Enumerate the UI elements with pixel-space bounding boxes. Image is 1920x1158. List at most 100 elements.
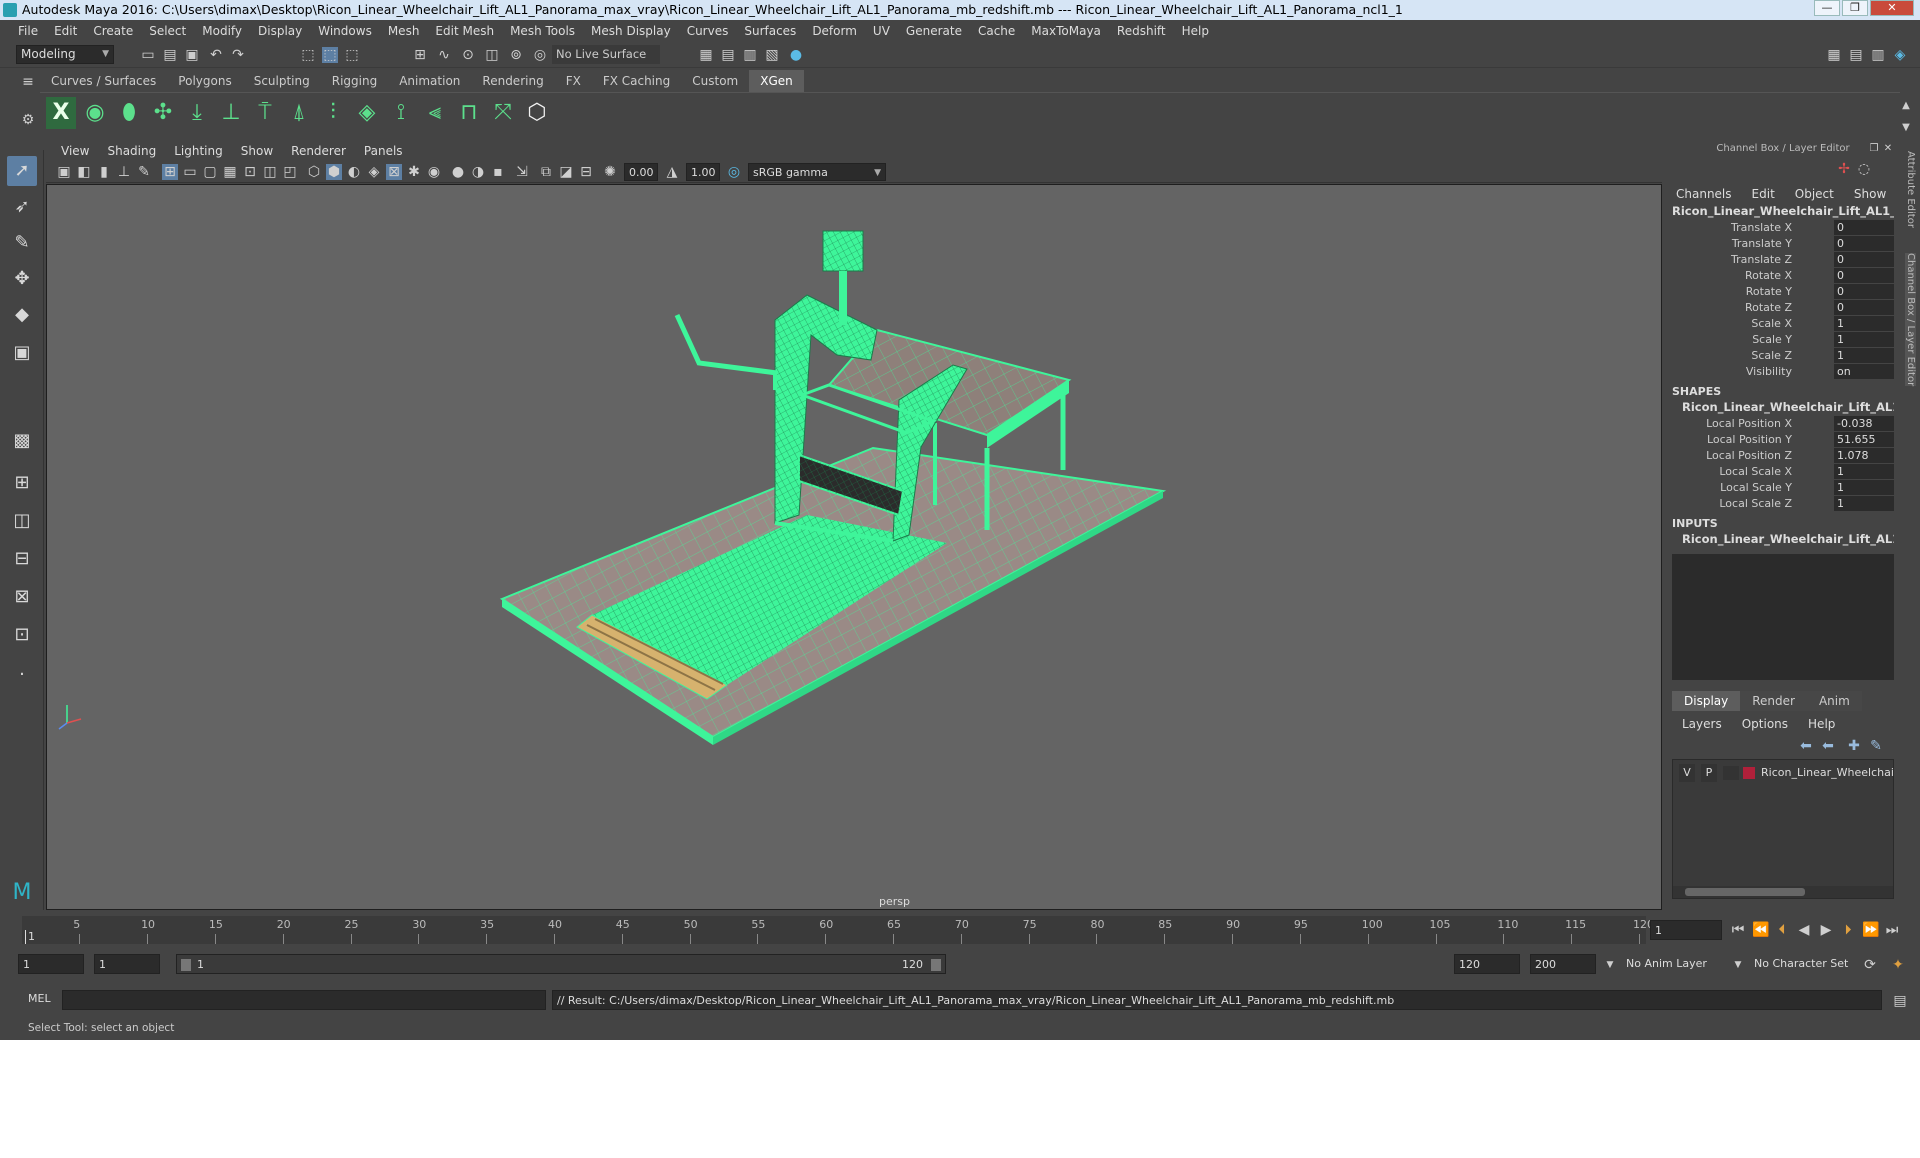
xgen-bend-icon[interactable]: ⟟ — [386, 97, 416, 129]
playback-end-field[interactable]: 120 — [1454, 954, 1520, 974]
xgen-lock-icon[interactable]: ⍋ — [284, 97, 314, 129]
ambient-occlusion-icon[interactable]: ● — [450, 164, 466, 180]
attr-local-position-y[interactable]: Local Position Y 51.655 — [1666, 432, 1896, 448]
attr-translate-z[interactable]: Translate Z0 — [1666, 252, 1896, 268]
paint-select-tool-icon[interactable]: ✎ — [7, 228, 37, 258]
range-slider-bar[interactable]: 1 120 — [176, 954, 946, 974]
grid-toggle-icon[interactable]: ⊞ — [162, 164, 178, 180]
character-set-dropdown[interactable]: No Character Set — [1750, 954, 1864, 974]
persp-outliner-layout-icon[interactable]: ⊟ — [7, 544, 37, 574]
attr-scale-y[interactable]: Scale Y1 — [1666, 332, 1896, 348]
outliner-layout-icon[interactable]: ⊡ — [7, 620, 37, 650]
undo-icon[interactable]: ↶ — [208, 47, 224, 63]
cb-menu-show[interactable]: Show — [1844, 185, 1896, 203]
xgen-layer-icon[interactable]: ◈ — [352, 97, 382, 129]
start-time-field[interactable]: 1 — [18, 954, 84, 974]
go-to-start-icon[interactable]: ⏮ — [1730, 922, 1746, 938]
safe-action-icon[interactable]: ◫ — [262, 164, 278, 180]
time-slider[interactable]: 1 5 10 15 20 25 30 35 40 45 50 55 60 65 70 75 80 85 90 95 1… — [0, 914, 1920, 946]
xgen-clump-icon[interactable]: ⫶ — [318, 97, 348, 129]
menu-mesh[interactable]: Mesh — [380, 24, 428, 38]
layer-color-swatch[interactable] — [1743, 767, 1755, 779]
menu-redshift[interactable]: Redshift — [1109, 24, 1174, 38]
step-forward-frame-icon[interactable]: ⏩ — [1862, 922, 1879, 938]
xgen-preview-icon[interactable]: ◉ — [80, 97, 110, 129]
image-plane-icon[interactable]: ⊥ — [116, 164, 132, 180]
auto-key-icon[interactable]: ⟳ — [1862, 957, 1878, 973]
menu-set-dropdown[interactable]: Modeling ▼ — [16, 45, 114, 64]
gamma-icon[interactable]: ◮ — [664, 164, 680, 180]
attr-translate-x[interactable]: Translate X0 — [1666, 220, 1896, 236]
resolution-gate-icon[interactable]: ▢ — [202, 164, 218, 180]
scale-tool-icon[interactable]: ▣ — [7, 338, 37, 368]
xray-icon[interactable]: ⊠ — [386, 164, 402, 180]
render-view-icon[interactable]: ▦ — [698, 47, 714, 63]
move-layer-down-icon[interactable]: ⬅ — [1820, 738, 1836, 754]
xgen-guide-tool-icon[interactable]: ⤧ — [488, 97, 518, 129]
menu-edit[interactable]: Edit — [46, 24, 85, 38]
camera-select-icon[interactable]: ▣ — [56, 164, 72, 180]
exposure-icon[interactable]: ✺ — [602, 164, 618, 180]
vp-menu-panels[interactable]: Panels — [355, 141, 412, 161]
open-scene-icon[interactable]: ▤ — [162, 47, 178, 63]
menu-help[interactable]: Help — [1174, 24, 1217, 38]
viewport-persp[interactable]: persp — [46, 184, 1662, 910]
step-back-frame-icon[interactable]: ⏪ — [1752, 922, 1769, 938]
ipr-render-icon[interactable]: ▥ — [742, 47, 758, 63]
attr-scale-z[interactable]: Scale Z1 — [1666, 348, 1896, 364]
layer-menu-options[interactable]: Options — [1732, 715, 1798, 733]
select-component-icon[interactable]: ⬚ — [344, 47, 360, 63]
single-view-layout-icon[interactable]: ▩ — [7, 426, 37, 456]
menu-maxtomaya[interactable]: MaxToMaya — [1023, 24, 1109, 38]
menu-generate[interactable]: Generate — [898, 24, 970, 38]
render-frame-icon[interactable]: ▤ — [720, 47, 736, 63]
current-frame-field[interactable]: 1 — [1650, 920, 1722, 940]
anti-aliasing-icon[interactable]: ▪ — [490, 164, 506, 180]
attr-scale-x[interactable]: Scale X1 — [1666, 316, 1896, 332]
step-back-key-icon[interactable]: ⏴ — [1774, 922, 1790, 938]
range-end-handle[interactable] — [931, 959, 941, 971]
close-panel-icon[interactable]: ✕ — [1880, 141, 1896, 157]
tab-rendering[interactable]: Rendering — [471, 70, 555, 92]
attr-local-position-x[interactable]: Local Position X -0.038 — [1666, 416, 1896, 432]
new-layer-selected-icon[interactable]: ✎ — [1868, 738, 1884, 754]
render-settings-icon[interactable]: ▧ — [764, 47, 780, 63]
attr-translate-y[interactable]: Translate Y0 — [1666, 236, 1896, 252]
xgen-editor-icon[interactable]: X — [46, 97, 76, 129]
snap-grid-icon[interactable]: ⊞ — [412, 47, 428, 63]
field-chart-icon[interactable]: ⊡ — [242, 164, 258, 180]
chevron-down-icon[interactable]: ▼ — [1730, 957, 1746, 973]
current-time-indicator[interactable] — [25, 930, 26, 944]
layer-list-scrollbar[interactable] — [1673, 886, 1893, 898]
xgen-length-icon[interactable]: ⍑ — [250, 97, 280, 129]
menu-windows[interactable]: Windows — [310, 24, 380, 38]
channel-box-icon-1[interactable]: ✢ — [1836, 161, 1852, 177]
rotate-tool-icon[interactable]: ◆ — [7, 300, 37, 330]
tab-rigging[interactable]: Rigging — [320, 70, 389, 92]
save-scene-icon[interactable]: ▣ — [184, 47, 200, 63]
wireframe-icon[interactable]: ⬡ — [306, 164, 322, 180]
shape-node-name[interactable]: Ricon_Linear_Wheelchair_Lift_AL1_Pan... — [1682, 400, 1894, 414]
menu-file[interactable]: File — [10, 24, 46, 38]
play-backwards-icon[interactable]: ◀ — [1796, 922, 1812, 938]
safe-title-icon[interactable]: ◰ — [282, 164, 298, 180]
smooth-shade-icon[interactable]: ⬢ — [326, 164, 342, 180]
new-layer-icon[interactable]: ✚ — [1846, 738, 1862, 754]
layout-icon-4[interactable]: ◈ — [1892, 47, 1908, 63]
motion-blur-icon[interactable]: ◑ — [470, 164, 486, 180]
cb-menu-edit[interactable]: Edit — [1742, 185, 1785, 203]
xgen-sculpt-guide-icon[interactable]: ⊥ — [216, 97, 246, 129]
menu-select[interactable]: Select — [141, 24, 194, 38]
menu-mesh-display[interactable]: Mesh Display — [583, 24, 679, 38]
select-object-icon[interactable]: ⬚ — [322, 47, 338, 63]
tab-anim[interactable]: Anim — [1806, 691, 1862, 711]
shelf-scroll-up-icon[interactable]: ▲ — [1898, 98, 1914, 114]
menu-edit-mesh[interactable]: Edit Mesh — [427, 24, 502, 38]
snap-live-icon[interactable]: ⊚ — [508, 47, 524, 63]
chevron-down-icon[interactable]: ▼ — [1602, 957, 1618, 973]
xgen-cut-icon[interactable]: ⊓ — [454, 97, 484, 129]
layer-visibility-toggle[interactable]: V — [1679, 764, 1695, 782]
channel-box-icon-2[interactable]: ◌ — [1856, 161, 1872, 177]
vp-menu-show[interactable]: Show — [232, 141, 282, 161]
script-editor-icon[interactable]: ▤ — [1892, 993, 1908, 1009]
